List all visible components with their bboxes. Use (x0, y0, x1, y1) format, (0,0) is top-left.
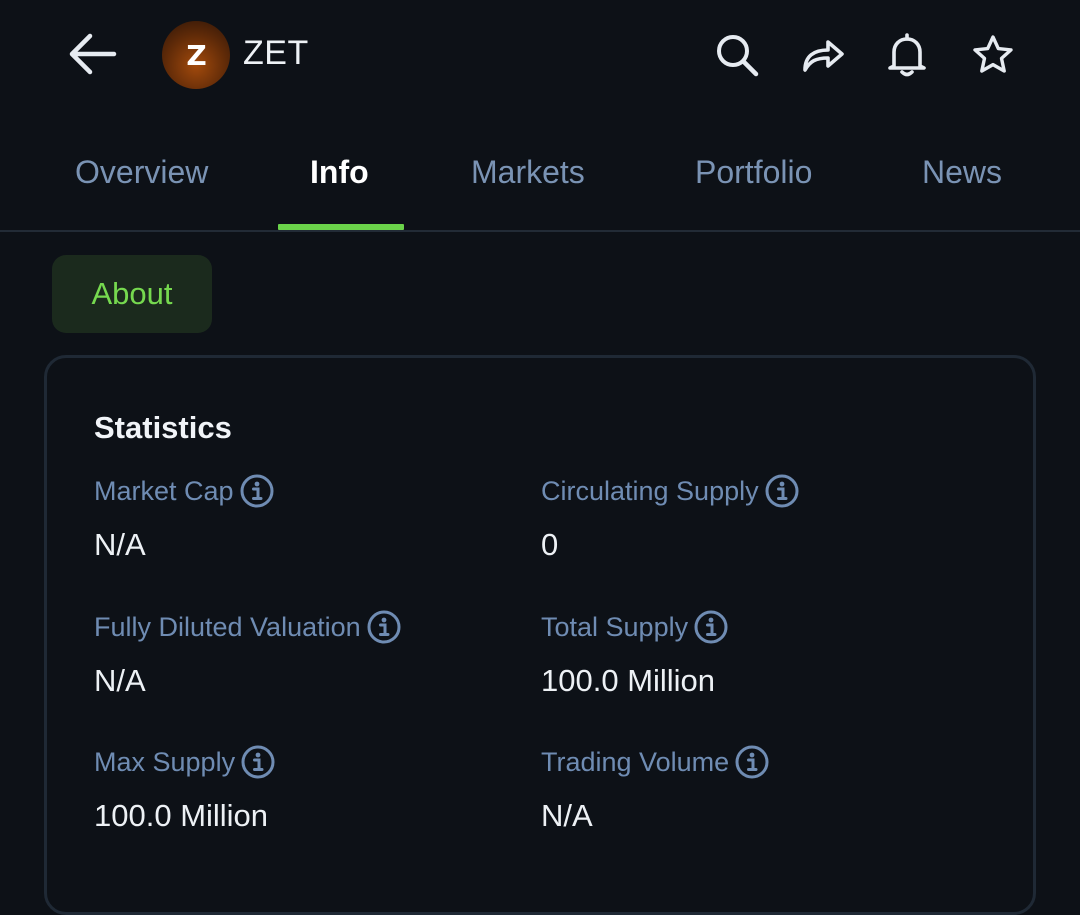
info-icon[interactable] (734, 744, 770, 780)
search-icon (717, 35, 759, 77)
statistics-title: Statistics (94, 410, 232, 445)
statistics-card: Statistics Market Cap N/A Circulating Su… (44, 355, 1036, 915)
stat-label: Circulating Supply (541, 475, 759, 506)
star-icon (973, 35, 1013, 73)
coin-logo: Z (162, 21, 230, 89)
stat-value: 100.0 Million (541, 663, 716, 698)
stat-trading-volume: Trading Volume N/A (541, 744, 770, 834)
tab-markets[interactable]: Markets (471, 154, 585, 191)
favorite-button[interactable] (968, 30, 1018, 80)
top-bar: Z ZET (0, 0, 1080, 112)
share-icon (803, 40, 844, 72)
stat-fully-diluted-valuation: Fully Diluted Valuation N/A (94, 609, 402, 699)
stat-value: N/A (541, 798, 593, 833)
search-button[interactable] (712, 30, 762, 80)
info-icon[interactable] (693, 609, 729, 645)
stat-total-supply: Total Supply 100.0 Million (541, 609, 729, 699)
stat-value: N/A (94, 663, 146, 698)
info-icon[interactable] (764, 473, 800, 509)
bell-icon (888, 33, 926, 77)
stat-label: Fully Diluted Valuation (94, 611, 361, 642)
stat-label: Max Supply (94, 746, 236, 777)
about-chip[interactable]: About (52, 255, 212, 333)
stat-label: Market Cap (94, 475, 234, 506)
coin-logo-letter: Z (186, 38, 206, 72)
stat-label: Total Supply (541, 611, 689, 642)
stat-value: 100.0 Million (94, 798, 269, 833)
stat-value: N/A (94, 527, 146, 562)
share-button[interactable] (798, 30, 848, 80)
coin-symbol: ZET (243, 34, 309, 72)
tab-info[interactable]: Info (310, 154, 369, 191)
tab-overview[interactable]: Overview (75, 154, 208, 191)
info-icon[interactable] (366, 609, 402, 645)
stat-label: Trading Volume (541, 746, 730, 777)
stat-circulating-supply: Circulating Supply 0 (541, 473, 800, 563)
info-icon[interactable] (239, 473, 275, 509)
active-tab-indicator (278, 224, 404, 230)
back-button[interactable] (62, 28, 122, 80)
tab-portfolio[interactable]: Portfolio (695, 154, 812, 191)
back-arrow-icon (69, 33, 117, 75)
stat-market-cap: Market Cap N/A (94, 473, 275, 563)
info-icon[interactable] (240, 744, 276, 780)
tab-bar: Overview Info Markets Portfolio News (0, 130, 1080, 232)
tab-news[interactable]: News (922, 154, 1002, 191)
alert-button[interactable] (882, 30, 932, 80)
stat-value: 0 (541, 527, 559, 562)
stat-max-supply: Max Supply 100.0 Million (94, 744, 276, 834)
